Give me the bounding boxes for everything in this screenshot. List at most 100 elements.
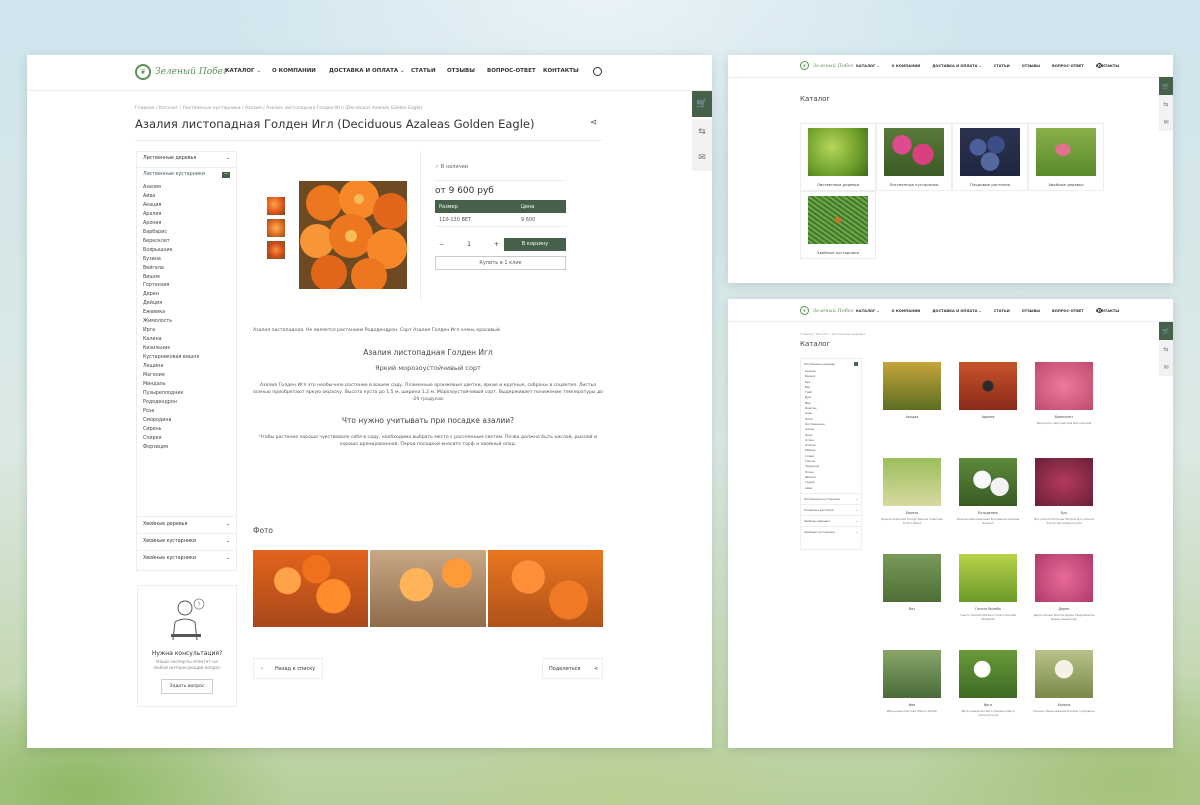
sidebar-item[interactable]: Бузина: [143, 256, 230, 265]
photo-3[interactable]: [487, 550, 603, 627]
product-tile[interactable]: Гинкго билоба Гинкго билоба Mariken Гинкг…: [950, 550, 1026, 646]
add-to-cart-button[interactable]: В корзину: [504, 238, 566, 251]
nav-item[interactable]: О КОМПАНИИ: [892, 64, 921, 68]
sidebar-item[interactable]: Азалия: [143, 184, 230, 193]
site-logo-small[interactable]: ❦ Зеленый Побег: [800, 306, 853, 315]
nav-item[interactable]: КАТАЛОГ ⌄: [856, 309, 880, 313]
sidebar-item[interactable]: Лещина: [143, 363, 230, 372]
sidebar-item[interactable]: Миндаль: [143, 381, 230, 390]
product-tile[interactable]: Бересклет Бересклет европейский Red Casca…: [1026, 358, 1102, 454]
sidebar-item[interactable]: Жимолость: [143, 318, 230, 327]
nav-item[interactable]: ВОПРОС-ОТВЕТ: [1052, 309, 1084, 313]
sidebar-item[interactable]: Сирень: [143, 426, 230, 435]
sidebar-group-conifers-2[interactable]: Хвойные кустарники ⌄: [137, 533, 236, 550]
product-tile[interactable]: Ирга Ирга канадская Ирга Ламарка Ирга оль…: [950, 646, 1026, 742]
product-tile[interactable]: Арония: [950, 358, 1026, 454]
sidebar-group-deciduous-trees[interactable]: Лиственные деревья ⌄: [137, 152, 236, 168]
ask-question-button[interactable]: Задать вопрос: [160, 679, 214, 694]
product-tile[interactable]: Бук Бук лесной Purpurea Pendula Бук лесно…: [1026, 454, 1102, 550]
mail-icon[interactable]: ✉: [1159, 113, 1173, 131]
category-tile[interactable]: Лиственные кустарники: [876, 123, 952, 191]
nav-articles[interactable]: СТАТЬИ: [411, 68, 447, 74]
thumbnail-1[interactable]: [267, 197, 285, 215]
quantity-stepper[interactable]: − 1 +: [435, 238, 503, 251]
product-tile[interactable]: Береза Береза повислая Youngii Береза пов…: [874, 454, 950, 550]
sidebar-group[interactable]: Лиственные кустарники ⌄: [801, 492, 861, 504]
nav-item[interactable]: ДОСТАВКА И ОПЛАТА ⌄: [932, 309, 981, 313]
breadcrumb[interactable]: Главная / Каталог / Лиственные кустарник…: [135, 106, 422, 111]
nav-item[interactable]: ОТЗЫВЫ: [1022, 309, 1040, 313]
compare-icon[interactable]: ⇆: [692, 119, 712, 145]
sidebar-item[interactable]: Боярышник: [143, 247, 230, 256]
sidebar-item[interactable]: Айва: [805, 486, 857, 491]
sidebar-item[interactable]: Барбарис: [143, 229, 230, 238]
product-tile[interactable]: Калина Калина обыкновенная Калина гордови…: [1026, 646, 1102, 742]
sidebar-item[interactable]: Аралия: [143, 211, 230, 220]
sidebar-group-conifers-1[interactable]: Хвойные деревья ⌄: [137, 516, 236, 533]
search-icon[interactable]: [1097, 63, 1102, 68]
sidebar-item[interactable]: Дейция: [143, 300, 230, 309]
product-tile[interactable]: Бульденеж Калина обыкновенная Бульденеж К…: [950, 454, 1026, 550]
one-click-buy-button[interactable]: Купить в 1 клик: [435, 256, 566, 270]
cart-icon[interactable]: 🛒: [692, 91, 712, 117]
site-logo-small[interactable]: ❦ Зеленый Побег: [800, 61, 853, 70]
nav-item[interactable]: ВОПРОС-ОТВЕТ: [1052, 64, 1084, 68]
product-tile[interactable]: Вяз: [874, 550, 950, 646]
qty-value[interactable]: 1: [467, 241, 471, 248]
thumbnail-3[interactable]: [267, 241, 285, 259]
sidebar-item[interactable]: Акация: [143, 202, 230, 211]
cart-icon[interactable]: 🛒: [1159, 77, 1173, 95]
nav-contacts[interactable]: КОНТАКТЫ: [543, 68, 583, 74]
sidebar-item[interactable]: Смородина: [143, 417, 230, 426]
sidebar-item[interactable]: Бересклет: [143, 238, 230, 247]
table-row[interactable]: 110-130 ВЕТ. 9 600: [435, 213, 566, 227]
sidebar-item[interactable]: Ежевика: [143, 309, 230, 318]
site-logo[interactable]: ❦ Зеленый Побег: [135, 64, 228, 80]
sidebar-item[interactable]: Ирга: [143, 327, 230, 336]
product-tile[interactable]: Дерен Дерен белый Sibirica Дерен Eleganti…: [1026, 550, 1102, 646]
back-to-list-button[interactable]: ‹ Назад к списку: [253, 658, 323, 679]
sidebar-item[interactable]: Айва: [143, 193, 230, 202]
sidebar-item[interactable]: Дерен: [143, 291, 230, 300]
mail-icon[interactable]: ✉: [692, 145, 712, 171]
cart-icon[interactable]: 🛒: [1159, 322, 1173, 340]
sidebar-group-conifers-3[interactable]: Хвойные кустарники ⌄: [137, 550, 236, 567]
mail-icon[interactable]: ✉: [1159, 358, 1173, 376]
sidebar-item[interactable]: Кустарниковая вишня: [143, 354, 230, 363]
sidebar-item[interactable]: Магония: [143, 372, 230, 381]
sidebar-item[interactable]: Гортензия: [143, 282, 230, 291]
sidebar-item[interactable]: Рододендрон: [143, 399, 230, 408]
nav-delivery[interactable]: ДОСТАВКА И ОПЛАТА ⌄: [329, 68, 411, 74]
nav-about[interactable]: О КОМПАНИИ: [272, 68, 329, 74]
sidebar-item[interactable]: Арония: [143, 220, 230, 229]
nav-item[interactable]: ДОСТАВКА И ОПЛАТА ⌄: [932, 64, 981, 68]
nav-reviews[interactable]: ОТЗЫВЫ: [447, 68, 487, 74]
compare-icon[interactable]: ⇆: [1159, 95, 1173, 113]
share-button[interactable]: Поделиться ⋖: [542, 658, 603, 679]
search-icon[interactable]: [593, 67, 602, 76]
category-tile[interactable]: Лиственные деревья: [800, 123, 876, 191]
product-tile[interactable]: Ива Ива цельнолистная Hakuro Nishiki: [874, 646, 950, 742]
sidebar-item[interactable]: Вейгела: [143, 265, 230, 274]
nav-item[interactable]: КАТАЛОГ ⌄: [856, 64, 880, 68]
sidebar-item[interactable]: Калина: [143, 336, 230, 345]
nav-item[interactable]: СТАТЬИ: [994, 309, 1010, 313]
sidebar-group[interactable]: Плодовые растения ⌄: [801, 503, 861, 515]
photo-1[interactable]: [253, 550, 369, 627]
sidebar-group-deciduous-shrubs[interactable]: Лиственные кустарники −: [137, 168, 236, 182]
product-main-image[interactable]: [299, 181, 407, 289]
breadcrumb[interactable]: Главная / Каталог / Лиственные деревья: [800, 332, 865, 336]
nav-faq[interactable]: ВОПРОС-ОТВЕТ: [487, 68, 543, 74]
search-icon[interactable]: [1097, 308, 1102, 313]
sidebar-item[interactable]: Спирея: [143, 435, 230, 444]
qty-minus-button[interactable]: −: [439, 241, 444, 248]
sidebar-item[interactable]: Вишня: [143, 274, 230, 283]
thumbnail-2[interactable]: [267, 219, 285, 237]
sidebar-group[interactable]: Хвойные деревья ⌄: [801, 514, 861, 526]
sidebar-item[interactable]: Пузыреплодник: [143, 390, 230, 399]
category-tile[interactable]: Хвойные кустарники: [800, 191, 876, 259]
nav-item[interactable]: ОТЗЫВЫ: [1022, 64, 1040, 68]
nav-item[interactable]: СТАТЬИ: [994, 64, 1010, 68]
category-tile[interactable]: Хвойные деревья: [1028, 123, 1104, 191]
sidebar-item[interactable]: Роза: [143, 408, 230, 417]
